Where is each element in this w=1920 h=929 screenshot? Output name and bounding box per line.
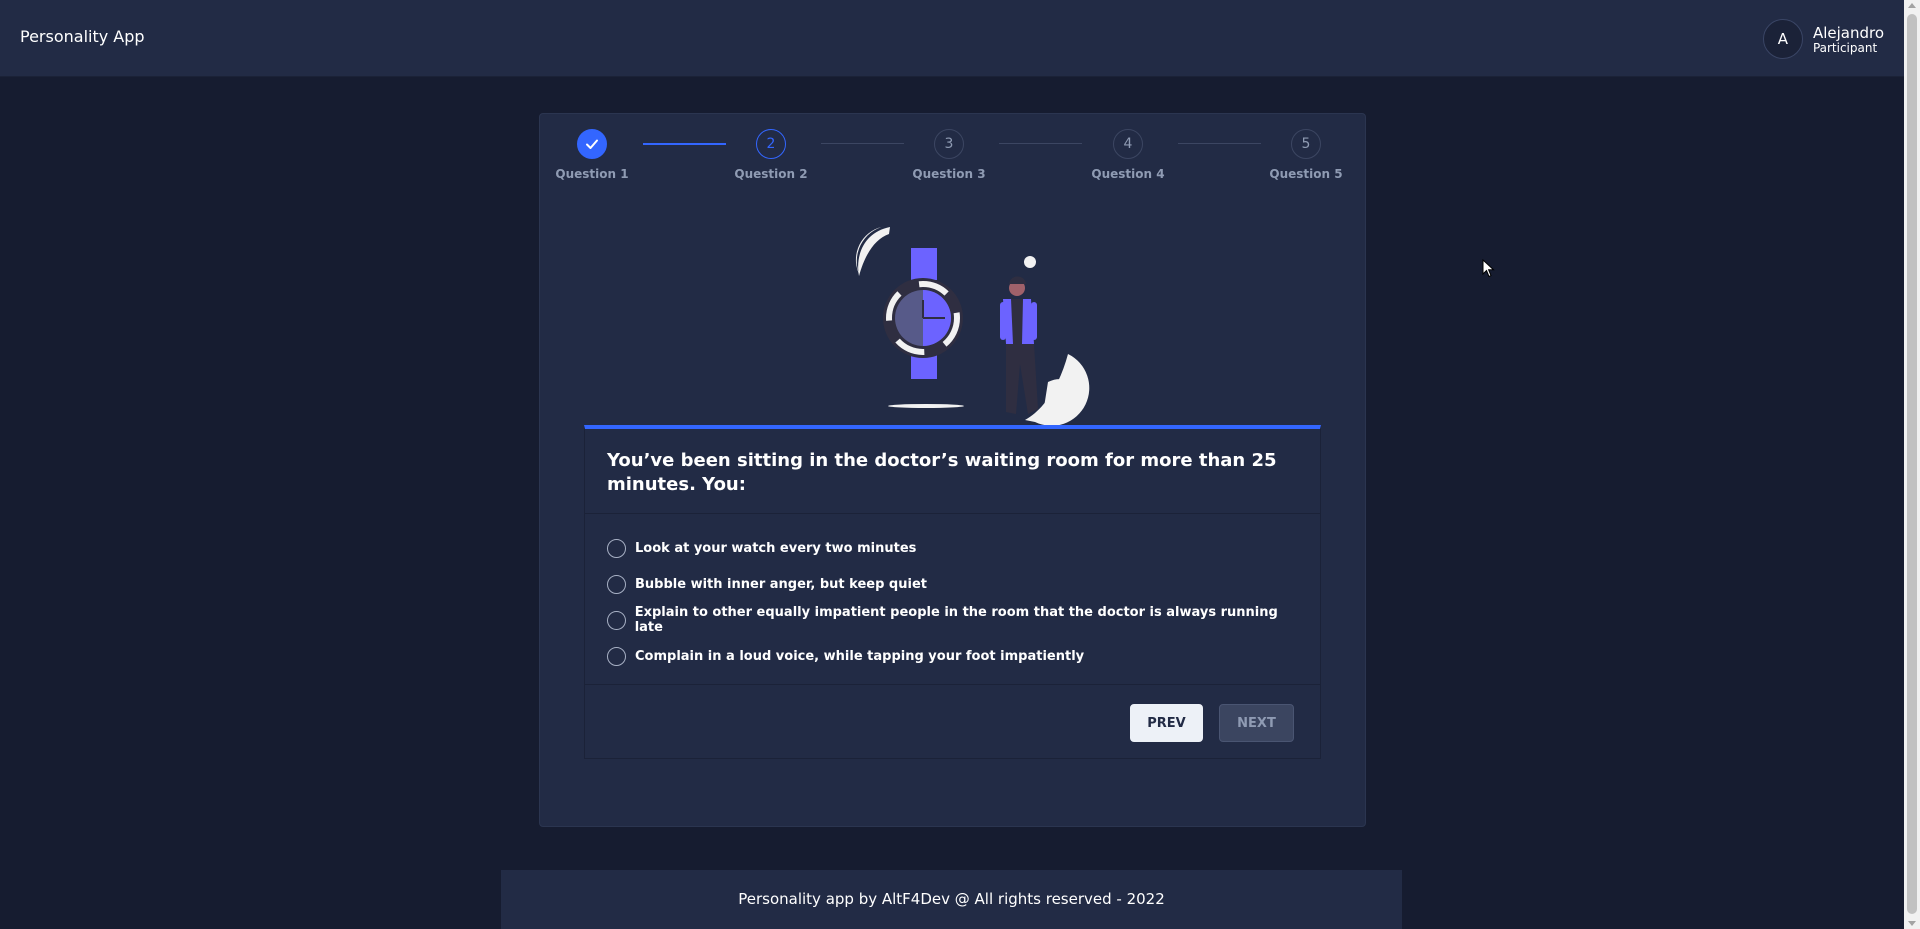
radio-button[interactable]	[607, 538, 626, 558]
scroll-thumb[interactable]	[1907, 14, 1917, 914]
scroll-down-arrow-icon[interactable]	[1908, 921, 1916, 926]
page-scrollbar[interactable]	[1904, 0, 1920, 929]
step-label: Question 3	[912, 167, 986, 181]
user-name: Alejandro	[1812, 23, 1884, 42]
step-question-4[interactable]: 4 Question 4	[1068, 129, 1188, 181]
top-navbar: Personality App A Alejandro Participant	[0, 0, 1904, 77]
next-button[interactable]: NEXT	[1219, 704, 1294, 742]
answer-option-2[interactable]: Bubble with inner anger, but keep quiet	[607, 566, 1298, 602]
answer-option-4[interactable]: Complain in a loud voice, while tapping …	[607, 638, 1298, 674]
user-menu[interactable]: A Alejandro Participant	[1762, 19, 1884, 59]
radio-button[interactable]	[607, 574, 626, 594]
user-role: Participant	[1812, 40, 1878, 55]
question-panel: You’ve been sitting in the doctor’s wait…	[584, 425, 1321, 759]
radio-button[interactable]	[607, 610, 626, 630]
radio-button[interactable]	[607, 646, 626, 666]
step-number: 4	[1113, 129, 1143, 159]
option-label[interactable]: Complain in a loud voice, while tapping …	[635, 649, 1084, 664]
step-label: Question 2	[734, 167, 808, 181]
avatar[interactable]: A	[1762, 19, 1803, 59]
step-question-5[interactable]: 5 Question 5	[1246, 129, 1366, 181]
option-label[interactable]: Look at your watch every two minutes	[635, 541, 916, 556]
step-label: Question 4	[1091, 167, 1165, 181]
user-info: Alejandro Participant	[1813, 24, 1884, 55]
step-question-3[interactable]: 3 Question 3	[889, 129, 1009, 181]
footer-text: Personality app by AltF4Dev @ All rights…	[738, 890, 1165, 908]
scroll-up-arrow-icon[interactable]	[1908, 3, 1916, 8]
page-footer: Personality app by AltF4Dev @ All rights…	[501, 870, 1402, 929]
step-question-2[interactable]: 2 Question 2	[711, 129, 831, 181]
prev-button[interactable]: PREV	[1130, 704, 1203, 742]
step-label: Question 1	[555, 167, 629, 181]
quiz-card: Question 1 2 Question 2 3 Question 3 4 Q…	[539, 113, 1366, 827]
answer-option-1[interactable]: Look at your watch every two minutes	[607, 530, 1298, 566]
option-label[interactable]: Explain to other equally impatient peopl…	[635, 605, 1298, 635]
question-stepper: Question 1 2 Question 2 3 Question 3 4 Q…	[540, 129, 1365, 209]
question-actions: PREV NEXT	[585, 688, 1320, 758]
step-number: 3	[934, 129, 964, 159]
check-icon	[577, 129, 607, 159]
step-number: 5	[1291, 129, 1321, 159]
answer-options: Look at your watch every two minutes Bub…	[585, 514, 1320, 685]
step-number: 2	[756, 129, 786, 159]
option-label[interactable]: Bubble with inner anger, but keep quiet	[635, 577, 927, 592]
step-label: Question 5	[1269, 167, 1343, 181]
question-text: You’ve been sitting in the doctor’s wait…	[585, 429, 1320, 514]
app-title[interactable]: Personality App	[20, 27, 145, 46]
step-question-1[interactable]: Question 1	[532, 129, 652, 181]
mouse-cursor-icon	[1482, 259, 1495, 278]
answer-option-3[interactable]: Explain to other equally impatient peopl…	[607, 602, 1298, 638]
